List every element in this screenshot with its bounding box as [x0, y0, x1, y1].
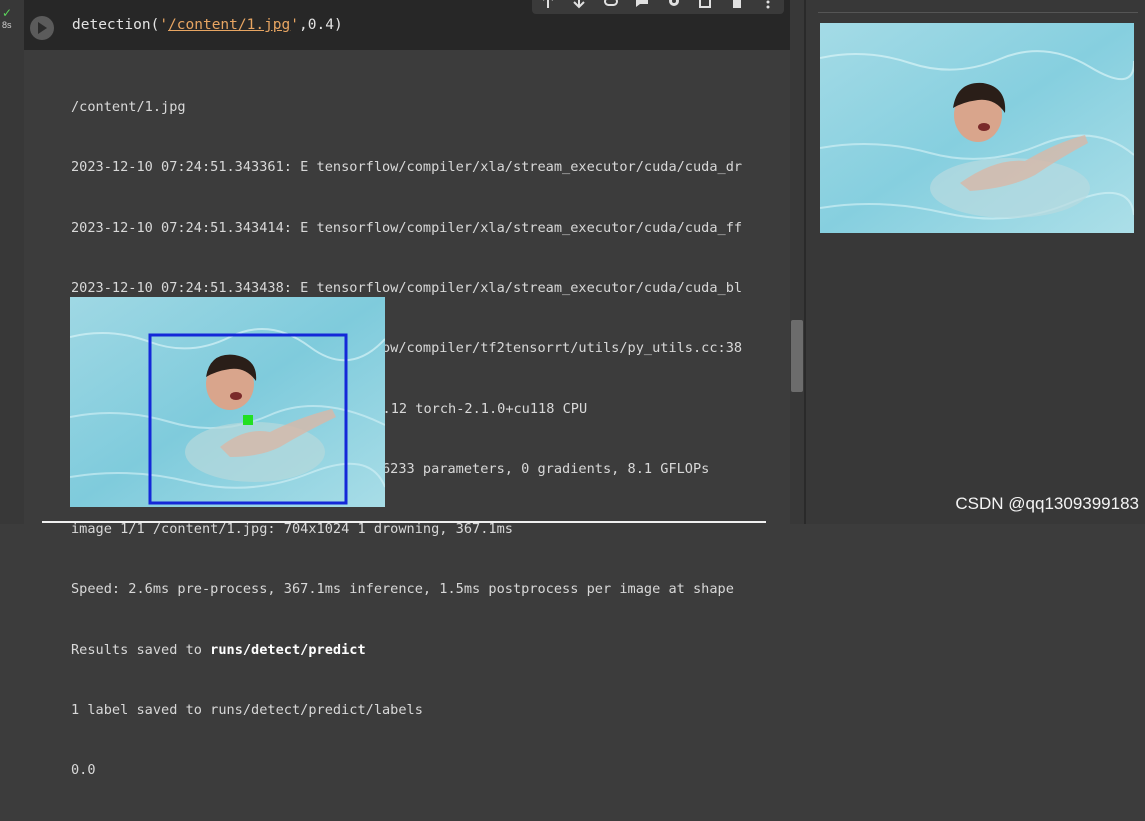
side-panel-image [820, 23, 1134, 233]
check-icon: ✓ [2, 6, 13, 20]
scrollbar-thumb[interactable] [791, 320, 803, 392]
cell-toolbar [532, 0, 784, 14]
arrow-up-icon[interactable] [540, 0, 556, 9]
cell-gutter: ✓ 8s [0, 0, 24, 524]
output-line: Speed: 2.6ms pre-process, 367.1ms infere… [71, 581, 734, 598]
comment-icon[interactable] [634, 0, 650, 9]
cell-output: /content/1.jpg 2023-12-10 07:24:51.34336… [24, 50, 790, 778]
scrollbar-track[interactable] [790, 0, 804, 524]
code-sep: , [299, 17, 308, 33]
watermark: CSDN @qq1309399183 [955, 494, 1139, 513]
link-icon[interactable] [603, 0, 619, 9]
output-line: 2023-12-10 07:24:51.343361: E tensorflow… [71, 159, 743, 176]
arrow-down-icon[interactable] [571, 0, 587, 9]
value-line: 0.0 [71, 762, 96, 779]
results-prefix: Results saved to [71, 641, 211, 658]
code-line[interactable]: detection('/content/1.jpg',0.4) [72, 17, 343, 33]
run-cell-button[interactable] [30, 16, 54, 40]
center-point [243, 415, 253, 425]
output-line: 2023-12-10 07:24:51.343438: E tensorflow… [71, 280, 743, 297]
code-arg: 0.4 [307, 17, 334, 33]
results-line: Results saved to runs/detect/predict [71, 640, 783, 660]
labels-line: 1 label saved to runs/detect/predict/lab… [71, 702, 423, 718]
code-func: detection( [72, 17, 160, 33]
output-bottom-border [42, 521, 766, 523]
code-quote-close: ' [290, 17, 299, 33]
delete-icon[interactable] [729, 0, 745, 9]
code-quote-open: ' [159, 17, 169, 33]
side-panel-tabs [818, 0, 1138, 13]
mirror-cell-icon[interactable] [697, 0, 713, 9]
output-line: 2023-12-10 07:24:51.343414: E tensorflow… [71, 219, 743, 236]
gear-icon[interactable] [666, 0, 682, 9]
side-panel [806, 0, 1145, 524]
detection-image [70, 297, 385, 507]
play-icon [38, 22, 47, 34]
output-line: /content/1.jpg [71, 99, 186, 116]
more-icon[interactable] [760, 0, 776, 9]
exec-time: 8s [2, 20, 12, 30]
code-close: ) [333, 17, 343, 33]
results-path: runs/detect/predict [210, 641, 366, 658]
code-path-link[interactable]: /content/1.jpg [168, 17, 290, 33]
run-status: ✓ 8s [2, 6, 13, 30]
